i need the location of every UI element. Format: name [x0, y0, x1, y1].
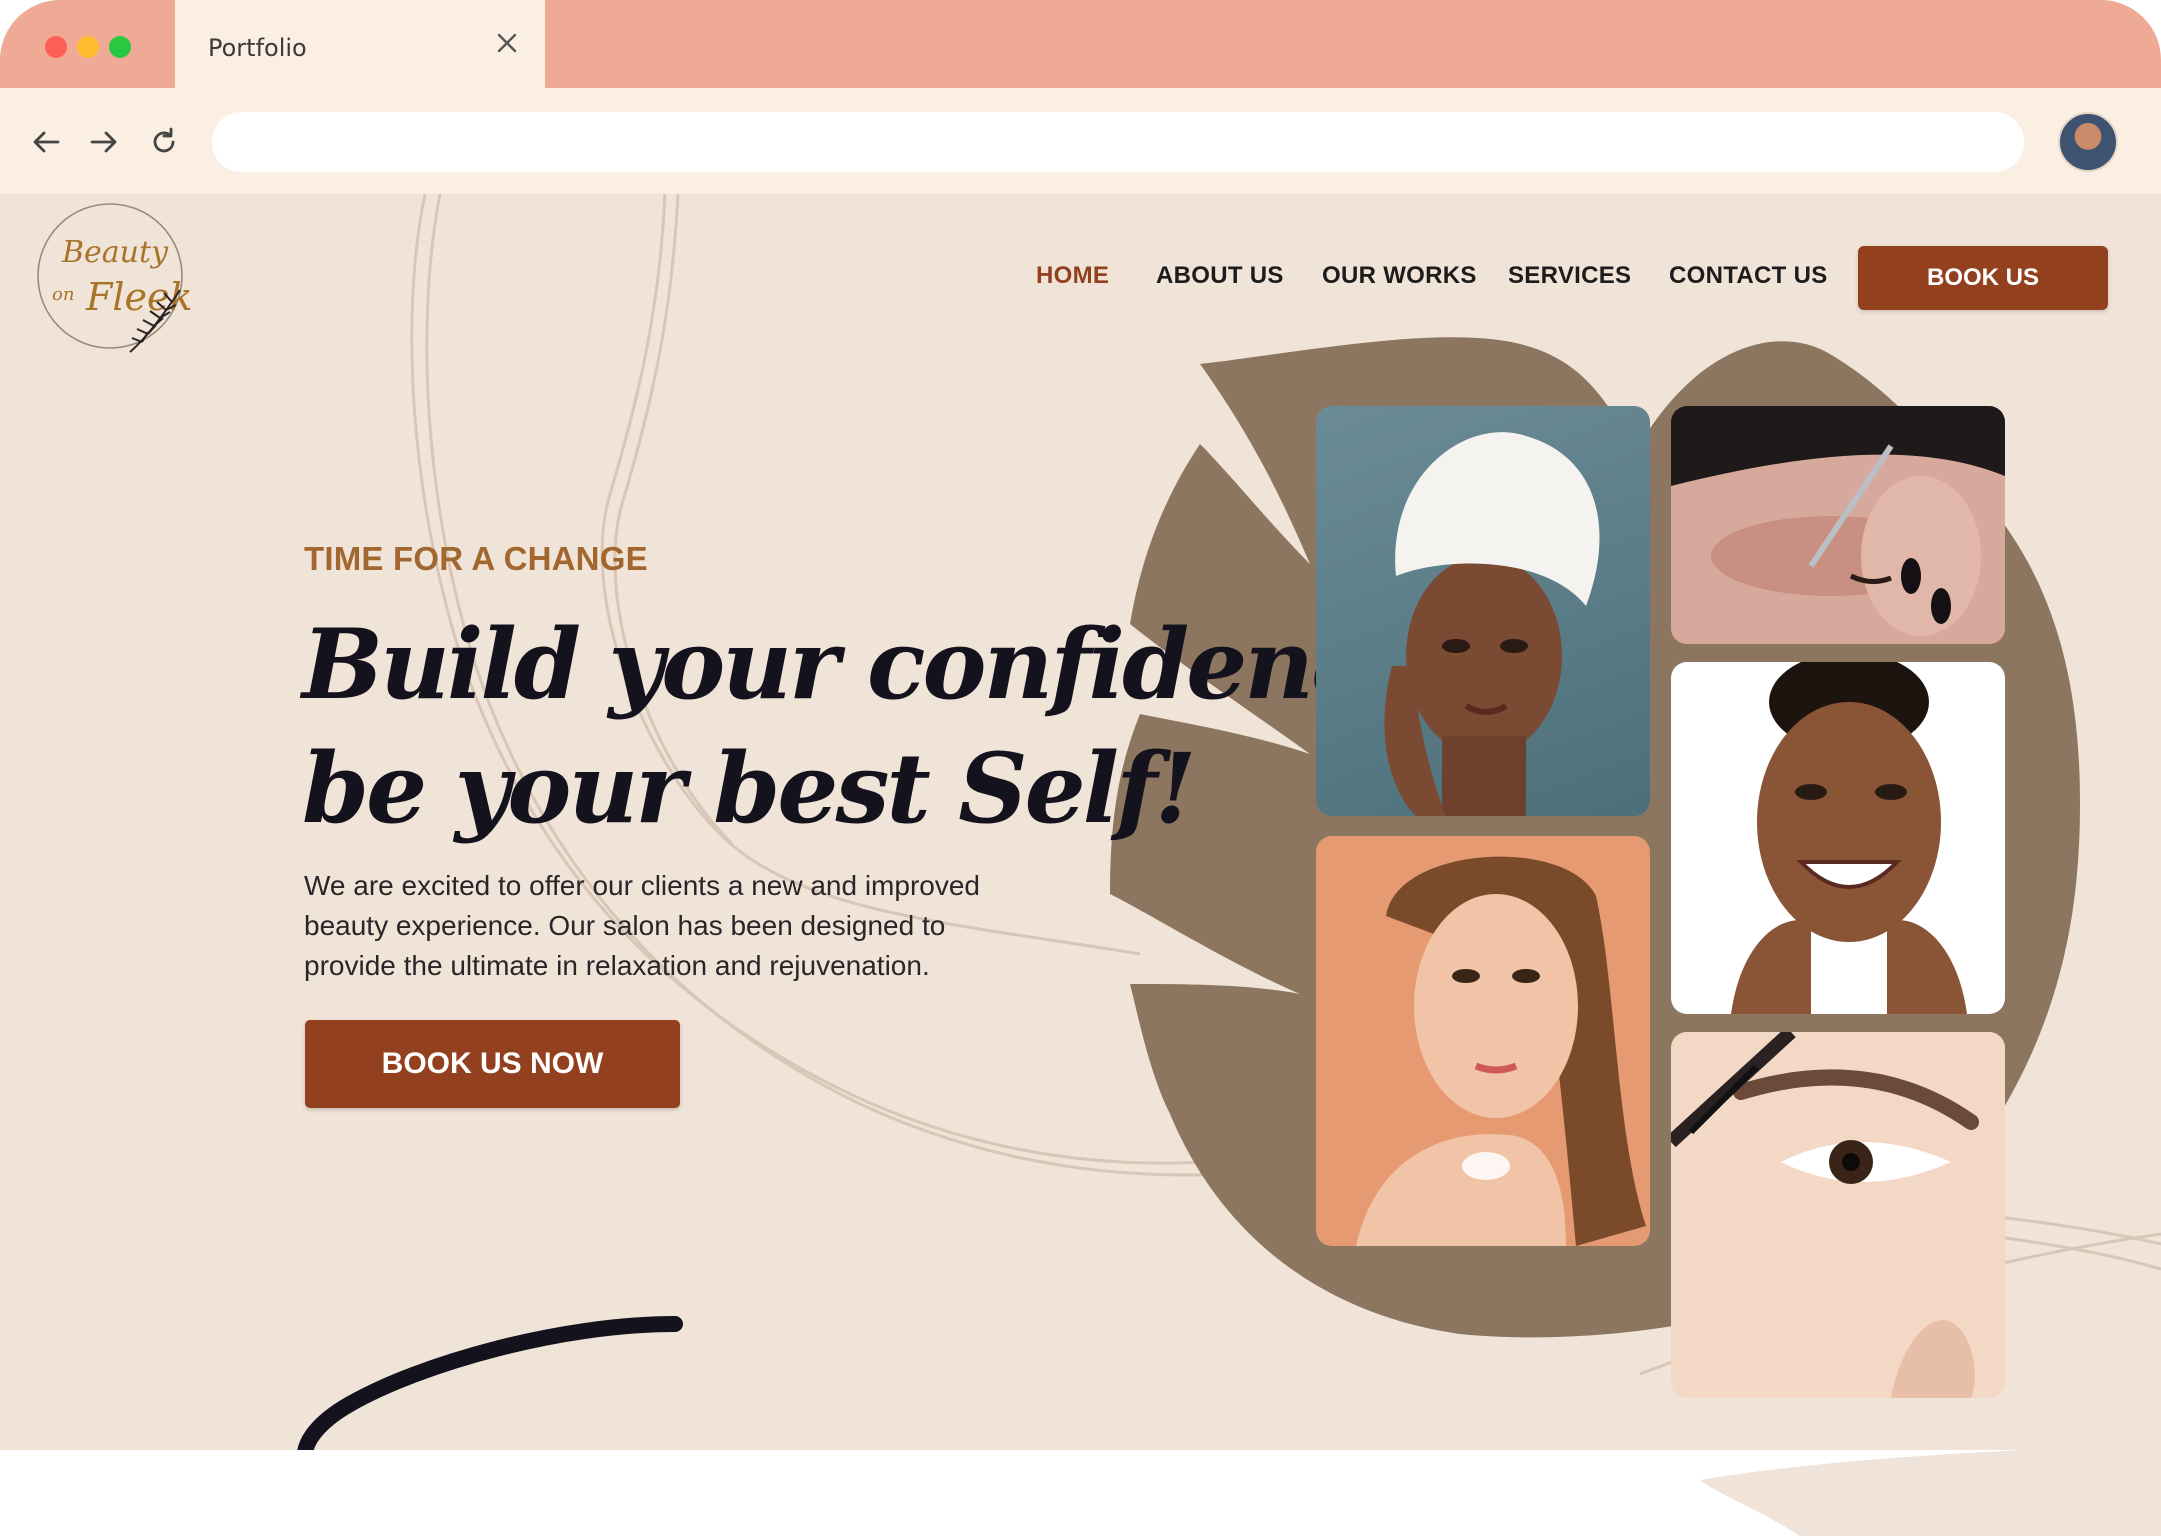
- nav-our-works[interactable]: OUR WORKS: [1322, 262, 1477, 290]
- page-bottom: [0, 1450, 2161, 1536]
- forward-arrow-icon[interactable]: [86, 124, 122, 160]
- hero-headline-line2: be your best Self!: [302, 732, 1197, 845]
- gallery-photo-lotion: [1316, 836, 1650, 1246]
- browser-window: Portfolio Beauty on Fleek HOME ABOUT US …: [0, 0, 2161, 1536]
- svg-text:on: on: [52, 284, 74, 305]
- gallery-photo-smile: [1671, 662, 2005, 1014]
- book-us-button[interactable]: BOOK US: [1858, 246, 2108, 310]
- gallery-photo-lashes: [1671, 406, 2005, 644]
- minimize-window-button[interactable]: [77, 36, 99, 58]
- hero-description: We are excited to offer our clients a ne…: [304, 870, 980, 981]
- woman-lotion-image: [1356, 856, 1646, 1246]
- back-arrow-icon[interactable]: [28, 124, 64, 160]
- tab-title: Portfolio: [208, 34, 307, 62]
- smiling-woman-image: [1731, 662, 1967, 1014]
- maximize-window-button[interactable]: [109, 36, 131, 58]
- nav-contact-us[interactable]: CONTACT US: [1669, 262, 1828, 290]
- nav-home[interactable]: HOME: [1036, 262, 1109, 290]
- nav-services[interactable]: SERVICES: [1508, 262, 1631, 290]
- profile-avatar[interactable]: [2058, 112, 2118, 172]
- hero-kicker: TIME FOR A CHANGE: [304, 540, 648, 577]
- svg-text:Beauty: Beauty: [61, 235, 169, 270]
- brand-logo[interactable]: Beauty on Fleek: [34, 200, 194, 360]
- lash-extension-image: [1671, 406, 2005, 644]
- close-tab-icon[interactable]: [494, 30, 520, 56]
- eyebrow-brush-image: [1671, 1032, 2005, 1398]
- close-window-button[interactable]: [45, 36, 67, 58]
- book-us-now-button[interactable]: BOOK US NOW: [305, 1020, 680, 1108]
- address-bar[interactable]: [212, 112, 2024, 172]
- nav-about-us[interactable]: ABOUT US: [1156, 262, 1284, 290]
- reload-icon[interactable]: [146, 124, 182, 160]
- woman-towel-image: [1384, 432, 1600, 816]
- gallery-photo-towel: [1316, 406, 1650, 816]
- gallery-photo-brow: [1671, 1032, 2005, 1398]
- hero-headline-line1: Build your confidence,: [302, 608, 1458, 721]
